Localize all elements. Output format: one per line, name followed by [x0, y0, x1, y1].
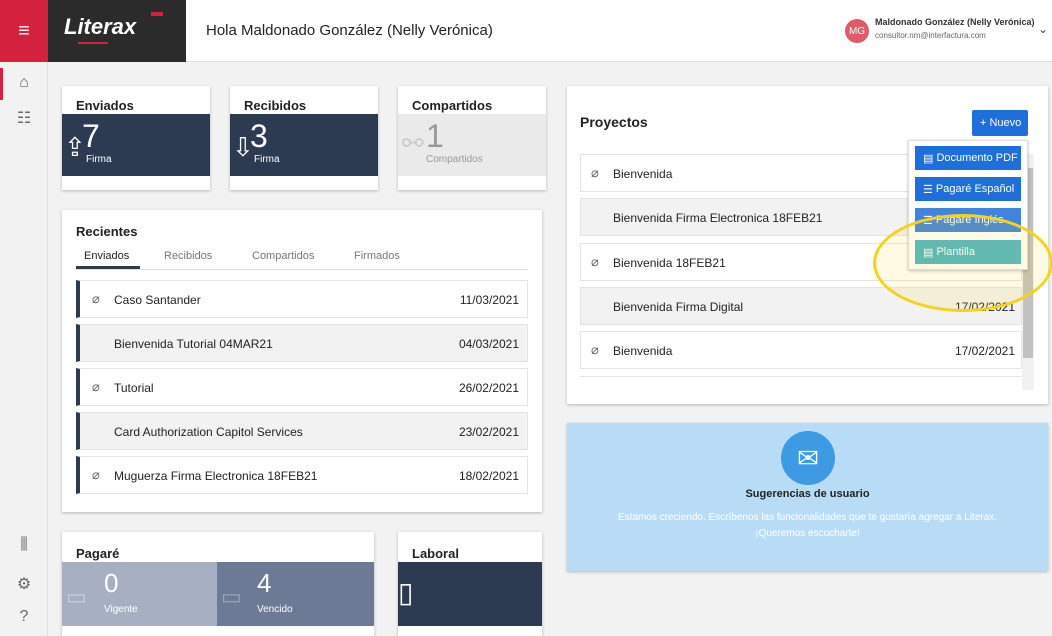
list-item[interactable]: ⌀ Tutorial 26/02/2021 — [76, 368, 528, 406]
recientes-title: Recientes — [76, 224, 138, 239]
share-icon: ⚯ — [402, 128, 424, 158]
help-icon[interactable]: ? — [0, 608, 48, 626]
stat-panel: ⇩ 3 Firma — [230, 114, 378, 176]
home-icon[interactable]: ⌂ — [0, 74, 48, 92]
tab-enviados[interactable]: Enviados — [84, 250, 129, 262]
stat-value: 7 — [82, 118, 100, 154]
pagare-vigente[interactable]: ▭ 0 Vigente — [62, 562, 217, 626]
stat-label: Compartidos — [426, 154, 483, 165]
menu-label: Documento PDF — [936, 152, 1018, 164]
item-name: Tutorial — [114, 381, 154, 395]
id-badge-icon: ▯ — [398, 577, 414, 608]
project-row-partial — [580, 376, 1022, 390]
paperclip-icon: ⌀ — [591, 254, 599, 269]
highlight-circle — [873, 214, 1052, 312]
stat-title: Compartidos — [412, 98, 493, 113]
proyectos-title: Proyectos — [580, 114, 648, 130]
vencido-value: 4 — [257, 568, 272, 598]
greeting: Hola Maldonado González (Nelly Verónica) — [206, 22, 493, 39]
paperclip-icon: ⌀ — [591, 342, 599, 357]
item-name: Caso Santander — [114, 293, 201, 307]
stat-value: 3 — [250, 118, 268, 154]
laboral-panel: ▯ — [398, 562, 542, 626]
tab-recibidos[interactable]: Recibidos — [164, 250, 212, 262]
stat-card-recibidos[interactable]: Recibidos ⇩ 3 Firma — [230, 86, 378, 190]
tab-firmados[interactable]: Firmados — [354, 250, 400, 262]
menu-item-pagare-espanol[interactable]: ☰ Pagaré Español — [915, 177, 1021, 201]
project-row[interactable]: ⌀ Bienvenida 17/02/2021 — [580, 331, 1022, 369]
stat-panel: ⇪ 7 Firma — [62, 114, 210, 176]
divider — [76, 269, 528, 270]
stat-label: Firma — [86, 154, 112, 165]
avatar[interactable]: MG — [845, 19, 869, 43]
vigente-label: Vigente — [104, 604, 138, 615]
paperclip-icon: ⌀ — [92, 379, 100, 394]
paperclip-icon: ⌀ — [92, 291, 100, 306]
item-date: 18/02/2021 — [458, 469, 519, 483]
project-name: Bienvenida Firma Electronica 18FEB21 — [613, 211, 823, 225]
project-name: Bienvenida — [613, 344, 673, 358]
gear-icon[interactable]: ⚙ — [0, 574, 48, 594]
paperclip-icon: ⌀ — [92, 467, 100, 482]
card-icon: ▭ — [66, 584, 87, 609]
stat-value: 1 — [426, 118, 444, 154]
item-name: Muguerza Firma Electronica 18FEB21 — [114, 469, 318, 483]
stat-panel: ⚯ 1 Compartidos — [398, 114, 546, 176]
item-date: 11/03/2021 — [459, 293, 519, 307]
item-name: Bienvenida Tutorial 04MAR21 — [114, 337, 273, 351]
project-date: 17/02/2021 — [954, 344, 1015, 358]
vigente-value: 0 — [104, 568, 119, 598]
item-name: Card Authorization Capitol Services — [114, 425, 303, 439]
item-date: 04/03/2021 — [458, 337, 519, 351]
tab-compartidos[interactable]: Compartidos — [252, 250, 314, 262]
item-date: 26/02/2021 — [458, 381, 519, 395]
list-item[interactable]: Card Authorization Capitol Services 23/02… — [76, 412, 528, 450]
laboral-title: Laboral — [412, 546, 459, 561]
stat-card-compartidos[interactable]: Compartidos ⚯ 1 Compartidos — [398, 86, 546, 190]
vencido-label: Vencido — [257, 604, 293, 615]
suggestions-text: Estamos creciendo. Escríbenos las funcio… — [617, 512, 998, 523]
project-name: Bienvenida — [613, 167, 673, 181]
menu-icon[interactable]: ≡ — [0, 0, 48, 62]
list-item[interactable]: ⌀ Muguerza Firma Electronica 18FEB21 18/02… — [76, 456, 528, 494]
new-button[interactable]: + Nuevo — [972, 110, 1028, 136]
list-icon[interactable]: ☷ — [0, 108, 48, 128]
stat-title: Enviados — [76, 98, 134, 113]
library-icon[interactable]: ⫼ — [0, 536, 48, 554]
project-name: Bienvenida Firma Digital — [613, 300, 744, 314]
suggestions-title: Sugerencias de usuario — [745, 488, 870, 500]
project-name: Bienvenida 18FEB21 — [613, 256, 726, 270]
paperclip-icon: ⌀ — [591, 165, 599, 180]
item-date: 23/02/2021 — [458, 425, 519, 439]
stat-card-enviados[interactable]: Enviados ⇪ 7 Firma — [62, 86, 210, 190]
user-name[interactable]: Maldonado González (Nelly Verónica) — [875, 17, 1035, 27]
mail-icon: ✉ — [781, 431, 835, 485]
menu-label: Pagaré Español — [935, 183, 1015, 195]
pagare-vencido[interactable]: ▭ 4 Vencido — [217, 562, 374, 626]
stat-title: Recibidos — [244, 98, 307, 113]
card-icon: ▭ — [221, 584, 242, 609]
stat-label: Firma — [254, 154, 280, 165]
list-item[interactable]: ⌀ Caso Santander 11/03/2021 — [76, 280, 528, 318]
menu-item-documento-pdf[interactable]: ▤ Documento PDF — [915, 146, 1021, 170]
suggestions-text-2: ¡Queremos escucharte! — [755, 528, 860, 539]
pagare-title: Pagaré — [76, 546, 120, 561]
logo[interactable]: Literax — [48, 0, 186, 62]
user-email: consultor.nm@interfactura.com — [875, 31, 986, 40]
tab-indicator — [76, 266, 140, 269]
list-item[interactable]: Bienvenida Tutorial 04MAR21 04/03/2021 — [76, 324, 528, 362]
chevron-down-icon[interactable]: ⌄ — [1038, 22, 1048, 36]
